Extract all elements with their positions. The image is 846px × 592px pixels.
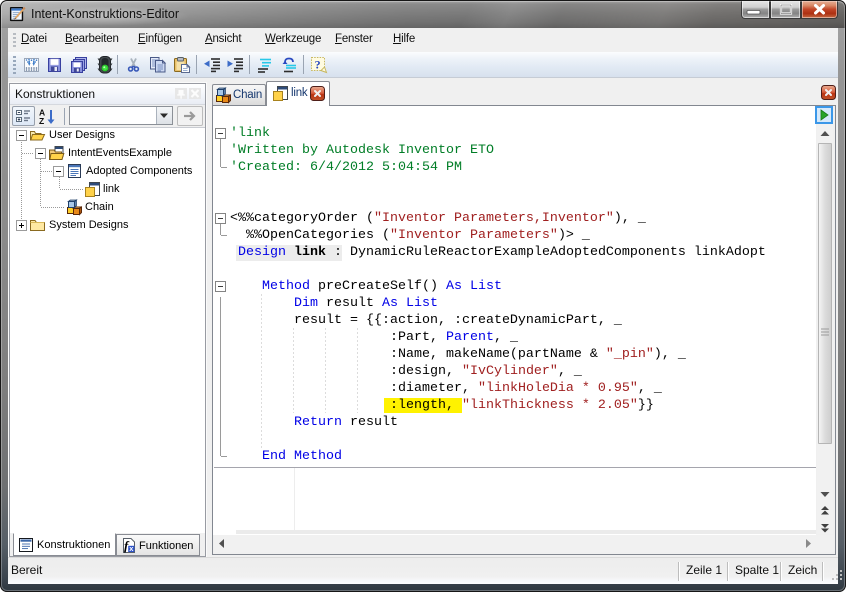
svg-text:Z: Z [39, 116, 44, 126]
svg-text:?: ? [315, 58, 321, 72]
